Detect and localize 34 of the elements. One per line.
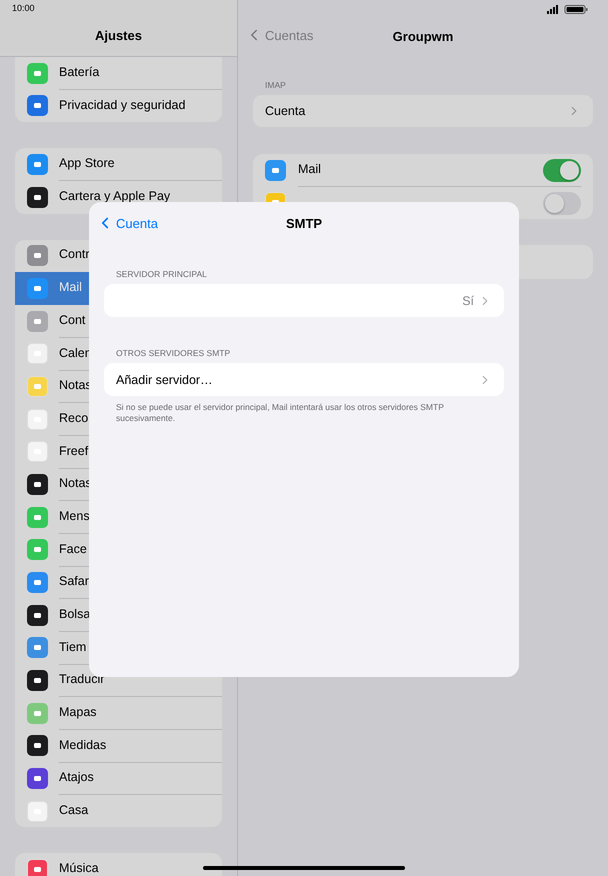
section-header: IMAP — [265, 80, 287, 90]
section-header: SERVIDOR PRINCIPAL — [116, 269, 208, 279]
toggle-switch[interactable] — [543, 192, 581, 215]
sidebar-item[interactable]: Mens — [59, 510, 90, 526]
back-link[interactable]: Cuenta — [96, 214, 158, 232]
sidebar-item[interactable]: Mapas — [59, 706, 97, 722]
sidebar-item[interactable]: Safar — [59, 575, 89, 591]
sidebar-item[interactable]: Contr — [59, 248, 90, 264]
sidebar-item[interactable]: Freef — [59, 444, 88, 460]
sidebar-item[interactable]: Casa — [59, 804, 88, 820]
status-icons — [547, 5, 589, 14]
sidebar-item[interactable]: Privacidad y seguridad — [59, 98, 186, 114]
sidebar-item[interactable]: Medidas — [59, 738, 106, 754]
sidebar-item[interactable]: Face — [59, 542, 87, 558]
server-row[interactable]: Añadir servidor… — [104, 363, 504, 396]
sidebar-item[interactable]: Tiem — [59, 640, 86, 656]
status-time: 10:00 — [12, 3, 35, 13]
sidebar-item[interactable]: Batería — [59, 66, 100, 82]
sheet-title: SMTP — [286, 216, 322, 230]
sidebar-item[interactable]: Traducir — [59, 673, 104, 689]
sidebar-item[interactable]: Cont — [59, 314, 86, 330]
section-footer: Si no se puede usar el servidor principal, Mail intentará usar los otros servidores SMTP sucesivamente. — [116, 402, 492, 425]
sidebar-item[interactable]: Mail — [59, 280, 82, 296]
sidebar-item[interactable]: Atajos — [59, 771, 94, 787]
sidebar-item[interactable]: Bolsa — [59, 608, 90, 624]
sidebar-item[interactable]: App Store — [59, 156, 115, 172]
sidebar-item[interactable]: Música — [59, 862, 99, 876]
section-header: OTROS SERVIDORES SMTP — [116, 348, 232, 358]
sidebar-item[interactable]: Reco — [59, 412, 88, 428]
toggle-switch[interactable] — [543, 158, 581, 182]
page-title: Groupwm — [392, 29, 454, 44]
toggle-label: Mail — [298, 162, 321, 178]
account-row[interactable]: Cuenta — [253, 95, 593, 127]
sidebar-title: Ajustes — [95, 28, 142, 43]
